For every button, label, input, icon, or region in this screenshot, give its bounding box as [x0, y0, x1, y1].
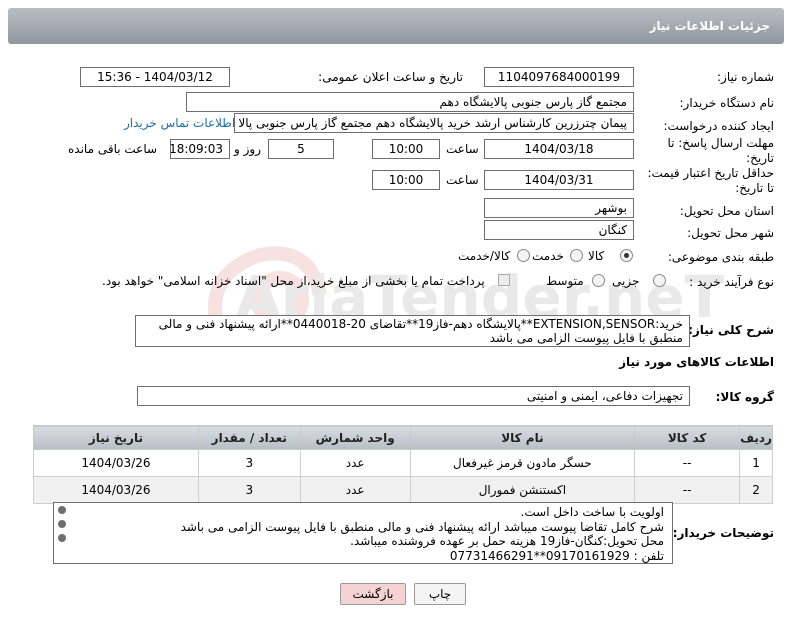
panel-header: جزئیات اطلاعات نیاز	[8, 8, 784, 44]
treasury-payment-note: پرداخت تمام یا بخشی از مبلغ خرید،از محل …	[102, 274, 485, 288]
announce-datetime-field: 1404/03/12 - 15:36	[80, 67, 230, 87]
col-header-need-date: تاریخ نیاز	[33, 425, 199, 450]
buyer-notes-box[interactable]: اولویت با ساخت داخل است. شرح کامل تقاضا …	[53, 502, 673, 564]
print-button[interactable]: چاپ	[414, 583, 466, 605]
process-option-minor: جزیی	[612, 274, 640, 288]
notes-line-1: اولویت با ساخت داخل است.	[520, 505, 664, 519]
category-radio-service[interactable]	[570, 249, 583, 262]
panel-title: جزئیات اطلاعات نیاز	[649, 19, 770, 33]
reply-deadline-label: مهلت ارسال پاسخ: تا تاریخ:	[667, 136, 774, 165]
cell-need-date: 1404/03/26	[33, 476, 199, 504]
requester-field: پیمان چترزرین کارشناس ارشد خرید پالایشگا…	[234, 113, 634, 133]
items-table: ردیف کد کالا نام کالا واحد شمارش تعداد /…	[33, 425, 773, 504]
cell-quantity: 3	[197, 476, 301, 504]
treasury-payment-checkbox[interactable]	[498, 274, 510, 286]
category-radio-goods-service[interactable]	[517, 249, 530, 262]
scroll-dot-icon	[58, 520, 66, 528]
validity-hour-label: ساعت	[446, 173, 479, 187]
cell-item-code: --	[634, 449, 741, 477]
goods-group-label: گروه کالا:	[715, 390, 774, 404]
goods-group-field: تجهیزات دفاعی، ایمنی و امنیتی	[137, 386, 690, 406]
category-option-goods: کالا	[588, 249, 605, 263]
scroll-dot-icon	[58, 534, 66, 542]
validity-time-field: 10:00	[372, 170, 440, 190]
table-row[interactable]: 1 -- حسگر مادون قرمز غیرفعال عدد 3 1404/…	[33, 449, 773, 477]
reply-hour-label: ساعت	[446, 142, 479, 156]
process-radio-medium[interactable]	[592, 274, 605, 287]
notes-line-2: شرح کامل تقاضا پیوست میباشد ارائه پیشنها…	[180, 519, 664, 534]
buyer-contact-link[interactable]: اطلاعات تماس خریدار	[124, 116, 235, 130]
days-remaining-field: 5	[268, 139, 334, 159]
table-header-row: ردیف کد کالا نام کالا واحد شمارش تعداد /…	[33, 425, 773, 450]
announce-datetime-label: تاریخ و ساعت اعلان عمومی:	[318, 70, 463, 84]
description-line-2: منطبق با فایل پیوست الزامی می باشد	[489, 331, 683, 345]
description-line-1: خرید:EXTENSION,SENSOR**پالایشگاه دهم-فاز…	[158, 317, 683, 331]
category-option-service: خدمت	[532, 249, 564, 263]
col-header-item-code: کد کالا	[634, 425, 741, 450]
cell-item-code: --	[634, 476, 741, 504]
cell-need-date: 1404/03/26	[33, 449, 199, 477]
need-details-page: جزئیات اطلاعات نیاز AriaTender.neT شماره…	[0, 0, 788, 620]
need-number-label: شماره نیاز:	[717, 70, 774, 84]
remaining-time-field: 18:09:03	[170, 139, 230, 159]
cell-quantity: 3	[197, 449, 301, 477]
cell-unit: عدد	[299, 449, 411, 477]
notes-line-3: محل تحویل:کنگان-فاز19 هزینه حمل بر عهده …	[350, 534, 664, 548]
category-radio-goods[interactable]	[620, 249, 633, 262]
items-info-title: اطلاعات کالاهای مورد نیاز	[619, 355, 774, 369]
city-label: شهر محل تحویل:	[687, 226, 774, 240]
category-label: طبقه بندی موضوعی:	[667, 250, 774, 264]
col-header-item-name: نام کالا	[409, 425, 636, 450]
col-header-unit: واحد شمارش	[299, 425, 411, 450]
description-label: شرح کلی نیاز:	[688, 323, 774, 337]
notes-scrollbar[interactable]	[55, 504, 69, 562]
buyer-org-label: نام دستگاه خریدار:	[679, 96, 775, 110]
process-type-label: نوع فرآیند خرید :	[689, 275, 774, 289]
province-field: بوشهر	[484, 198, 634, 218]
cell-item-name: اکستنشن فمورال	[409, 476, 636, 504]
reply-date-field: 1404/03/18	[484, 139, 634, 159]
table-row[interactable]: 2 -- اکستنشن فمورال عدد 3 1404/03/26	[33, 476, 773, 504]
price-validity-label: حداقل تاریخ اعتبار قیمت: تا تاریخ:	[647, 166, 774, 195]
cell-row-number: 1	[739, 449, 773, 477]
cell-row-number: 2	[739, 476, 773, 504]
remaining-hours-label: ساعت باقی مانده	[68, 142, 158, 156]
description-box: خرید:EXTENSION,SENSOR**پالایشگاه دهم-فاز…	[135, 315, 690, 347]
scroll-up-dot-icon	[58, 506, 66, 514]
buyer-notes-label: توضیحات خریدار:	[672, 526, 774, 540]
city-field: کنگان	[484, 220, 634, 240]
process-radio-minor[interactable]	[653, 274, 666, 287]
need-number-field: 1104097684000199	[484, 67, 634, 87]
process-option-medium: متوسط	[546, 274, 584, 288]
col-header-quantity: تعداد / مقدار	[197, 425, 301, 450]
province-label: استان محل تحویل:	[679, 204, 774, 218]
buyer-org-field: مجتمع گاز پارس جنوبی پالایشگاه دهم	[186, 92, 634, 112]
cell-unit: عدد	[299, 476, 411, 504]
back-button[interactable]: بازگشت	[340, 583, 406, 605]
requester-label: ایجاد کننده درخواست:	[663, 119, 774, 133]
category-option-goods-service: کالا/خدمت	[458, 249, 511, 263]
notes-line-4: تلفن : 09170161929**07731466291	[449, 548, 664, 563]
reply-time-field: 10:00	[372, 139, 440, 159]
col-header-row-number: ردیف	[739, 425, 773, 450]
validity-date-field: 1404/03/31	[484, 170, 634, 190]
day-and-label: روز و	[234, 142, 261, 156]
cell-item-name: حسگر مادون قرمز غیرفعال	[409, 449, 636, 477]
